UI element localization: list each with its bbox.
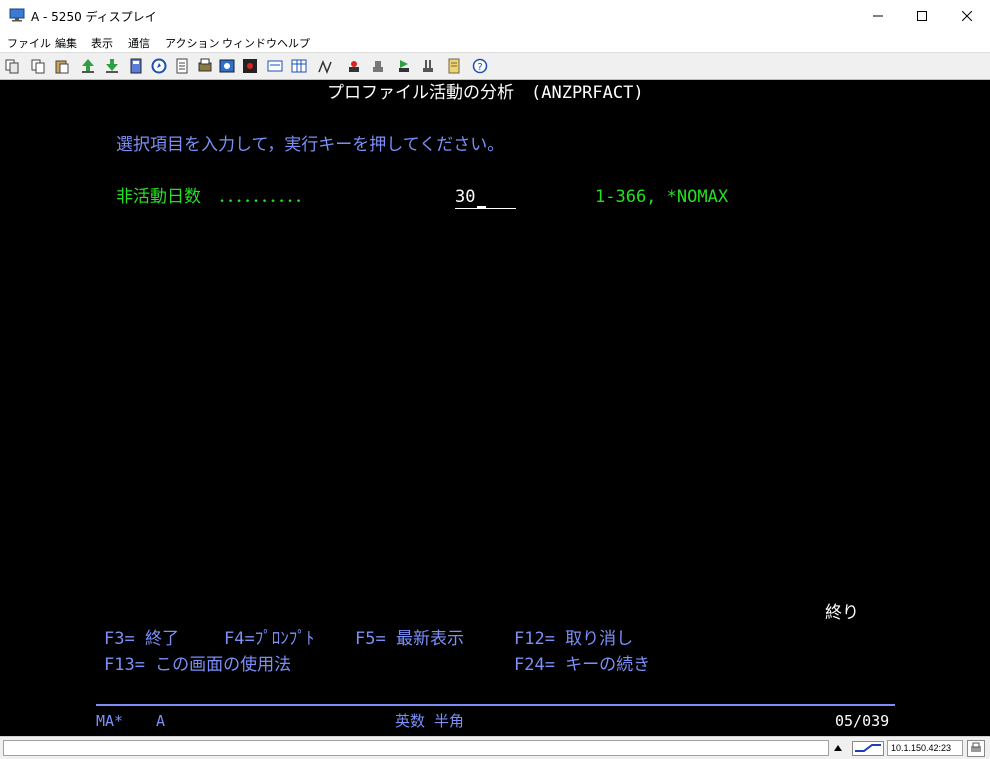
- menu-actions[interactable]: アクション: [165, 35, 219, 51]
- scroll-up-arrow-icon[interactable]: [833, 744, 843, 752]
- fkey-f24[interactable]: F24= キーの続き: [514, 655, 650, 675]
- receive-file-icon[interactable]: [104, 58, 120, 74]
- close-button[interactable]: [944, 0, 989, 32]
- fkey-f12[interactable]: F12= 取り消し: [514, 629, 633, 649]
- window-title: A - 5250 ディスプレイ: [31, 10, 157, 24]
- status-message-field: [3, 740, 829, 756]
- menu-file[interactable]: ファイル: [7, 35, 51, 51]
- valid-values-hint: 1-366, *NOMAX: [595, 187, 729, 207]
- connection-icon: [852, 741, 884, 756]
- instruction-text: 選択項目を入力して，実行キーを押してください。: [116, 135, 505, 155]
- svg-text:?: ?: [477, 62, 482, 73]
- fkey-f5[interactable]: F5= 最新表示: [355, 629, 464, 649]
- printer-status-icon: [967, 740, 985, 757]
- menu-bar: ファイル 編集 表示 通信 アクション ウィンドウ ヘルプ: [0, 32, 990, 52]
- minimize-icon: [872, 15, 883, 17]
- terminal-screen[interactable]: プロファイル活動の分析 (ANZPRFACT) 選択項目を入力して，実行キーを押…: [0, 80, 990, 736]
- host-address: 10.1.150.42:23: [887, 740, 963, 756]
- play-icon[interactable]: [370, 58, 386, 74]
- help-icon[interactable]: ?: [472, 58, 488, 74]
- print-icon[interactable]: [197, 58, 213, 74]
- keypad-icon[interactable]: [267, 58, 283, 74]
- send-file-icon[interactable]: [80, 58, 96, 74]
- menu-edit[interactable]: 編集: [55, 35, 77, 51]
- macro-icon[interactable]: [128, 58, 144, 74]
- menu-help[interactable]: ヘルプ: [277, 35, 310, 51]
- title-bar: A - 5250 ディスプレイ: [0, 0, 990, 32]
- cursor: [477, 206, 486, 209]
- edit-macro-icon[interactable]: [318, 58, 334, 74]
- menu-communication[interactable]: 通信: [128, 35, 150, 51]
- record-icon[interactable]: [242, 58, 258, 74]
- maximize-button[interactable]: [899, 0, 944, 32]
- screen-header: プロファイル活動の分析 (ANZPRFACT): [327, 83, 644, 103]
- calendar-icon[interactable]: [291, 58, 307, 74]
- transfer-icon[interactable]: [396, 58, 412, 74]
- copy-icon[interactable]: [4, 58, 20, 74]
- trace-icon[interactable]: [420, 58, 436, 74]
- stop-icon[interactable]: [346, 58, 362, 74]
- minimize-button[interactable]: [855, 0, 900, 32]
- maximize-icon: [916, 11, 927, 21]
- navigate-icon[interactable]: [151, 58, 167, 74]
- inactive-days-input[interactable]: 30: [455, 187, 475, 207]
- oia-cursor-position: 05/039: [835, 712, 890, 730]
- settings-icon[interactable]: [219, 58, 235, 74]
- status-bar: 10.1.150.42:23: [0, 736, 990, 759]
- monitor-icon: [9, 8, 25, 22]
- fkey-f4[interactable]: F4=ﾌﾟﾛﾝﾌﾟﾄ: [224, 629, 314, 649]
- end-marker: 終り: [825, 603, 859, 623]
- oia-status: MA*: [96, 712, 124, 730]
- fkey-f3[interactable]: F3= 終了: [104, 629, 179, 649]
- oia-input-mode: 英数 半角: [395, 712, 465, 730]
- toolbar: ?: [0, 52, 990, 80]
- document-icon[interactable]: [446, 58, 462, 74]
- oia-separator: [96, 704, 895, 706]
- paste-icon[interactable]: [54, 58, 70, 74]
- menu-window[interactable]: ウィンドウ: [222, 35, 277, 51]
- menu-view[interactable]: 表示: [91, 35, 113, 51]
- notes-icon[interactable]: [174, 58, 190, 74]
- inactive-days-label: 非活動日数 ．．．．．．．．．．: [116, 187, 312, 207]
- close-icon: [961, 11, 972, 21]
- copy-append-icon[interactable]: [30, 58, 46, 74]
- fkey-f13[interactable]: F13= この画面の使用法: [104, 655, 291, 675]
- oia-session: A: [156, 712, 166, 730]
